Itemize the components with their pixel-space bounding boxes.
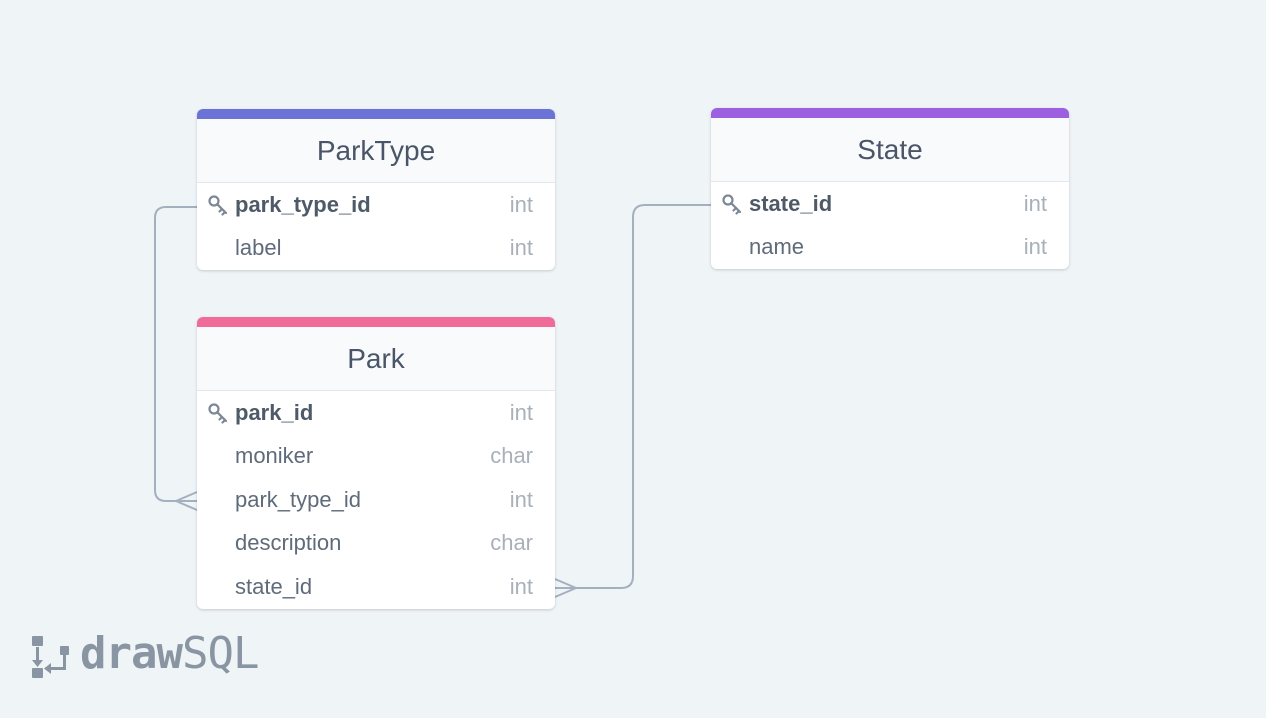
column-row-name[interactable]: name int	[711, 226, 1069, 270]
table-accent-bar	[197, 109, 555, 119]
logo-text-sql: SQL	[181, 628, 259, 679]
column-name: moniker	[235, 443, 314, 469]
column-row-state-id[interactable]: state_id int	[197, 565, 555, 609]
column-type: int	[1023, 190, 1047, 216]
column-row-description[interactable]: description char	[197, 522, 555, 566]
table-accent-bar	[711, 108, 1069, 118]
column-name: park_type_id	[235, 486, 361, 512]
primary-key-icon	[207, 402, 229, 424]
table-park[interactable]: Park park_id int moniker char park_type_id in…	[197, 317, 555, 609]
drawsql-logo-text: drawSQL	[80, 628, 259, 679]
table-title[interactable]: State	[711, 118, 1069, 182]
column-type: int	[509, 573, 533, 599]
column-type: char	[490, 443, 533, 469]
column-row-park-type-id[interactable]: park_type_id int	[197, 478, 555, 522]
drawsql-logo: drawSQL	[30, 630, 300, 682]
column-name: state_id	[235, 573, 313, 599]
primary-key-icon	[207, 194, 229, 216]
column-type: int	[509, 235, 533, 261]
column-name: park_id	[235, 399, 314, 425]
table-parktype[interactable]: ParkType park_type_id int label int	[197, 109, 555, 270]
column-type: int	[1023, 234, 1047, 260]
column-type: char	[490, 530, 533, 556]
table-title[interactable]: Park	[197, 327, 555, 391]
column-name: label	[235, 235, 282, 261]
column-type: int	[509, 486, 533, 512]
drawsql-logo-icon	[32, 636, 69, 678]
logo-text-draw: draw	[80, 628, 183, 679]
column-name: name	[749, 234, 805, 260]
column-name: description	[235, 530, 342, 556]
column-type: int	[509, 191, 533, 217]
table-title[interactable]: ParkType	[197, 119, 555, 183]
table-state[interactable]: State state_id int name int	[711, 108, 1069, 269]
primary-key-icon	[721, 193, 743, 215]
column-row-park-id[interactable]: park_id int	[197, 391, 555, 435]
diagram-canvas[interactable]: ParkType park_type_id int label int State s…	[0, 0, 1266, 718]
relationship-connectors	[154, 204, 711, 598]
table-columns: park_type_id int label int	[197, 183, 555, 270]
column-name: state_id	[749, 190, 833, 216]
table-columns: state_id int name int	[711, 182, 1069, 269]
column-row-state-id[interactable]: state_id int	[711, 182, 1069, 226]
connector-parktype-park[interactable]	[154, 206, 197, 502]
column-row-label[interactable]: label int	[197, 227, 555, 271]
column-type: int	[509, 399, 533, 425]
column-row-moniker[interactable]: moniker char	[197, 435, 555, 479]
connector-state-park[interactable]	[555, 204, 711, 589]
column-name: park_type_id	[235, 191, 371, 217]
column-row-park-type-id[interactable]: park_type_id int	[197, 183, 555, 227]
table-accent-bar	[197, 317, 555, 327]
table-columns: park_id int moniker char park_type_id int desc…	[197, 391, 555, 609]
